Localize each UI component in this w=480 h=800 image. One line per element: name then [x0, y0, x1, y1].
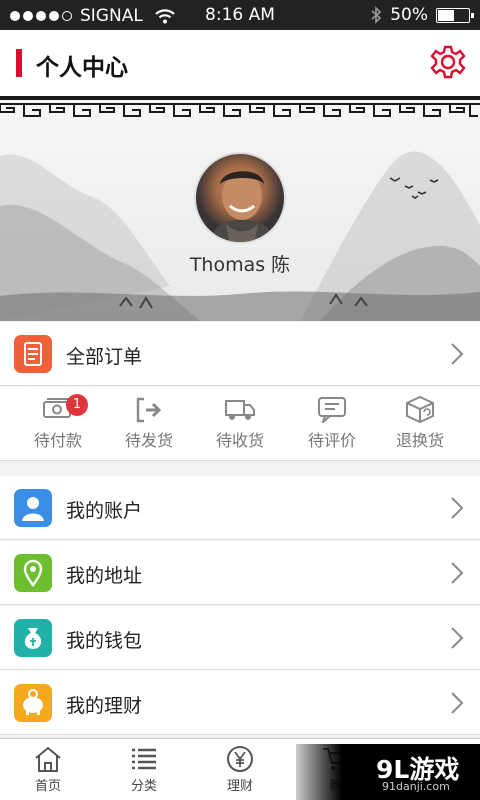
battery-percent: 50%: [390, 5, 428, 25]
comment-icon: [318, 397, 346, 423]
all-orders-label: 全部订单: [66, 346, 143, 368]
pending-payment-badge: 1: [66, 394, 88, 416]
menu-item-finance[interactable]: 我的理财: [0, 671, 480, 735]
piggy-bank-icon: [14, 684, 52, 722]
chevron-right-icon: [451, 562, 464, 584]
order-status-label: 待收货: [215, 431, 264, 450]
watermark-site: 91danji.com: [382, 780, 450, 793]
bluetooth-icon: [371, 6, 382, 24]
tab-label: 首页: [34, 779, 61, 794]
app-header: 个人中心: [0, 30, 480, 96]
order-pending-shipment[interactable]: 待发货: [101, 395, 197, 455]
user-icon: [14, 489, 52, 527]
profile-banner: Thomas 陈: [0, 96, 480, 321]
order-status-label: 退换货: [395, 431, 444, 450]
tab-label: 分类: [130, 779, 157, 794]
location-icon: [14, 554, 52, 592]
all-orders-row[interactable]: 全部订单: [0, 322, 480, 386]
menu-item-account[interactable]: 我的账户: [0, 476, 480, 540]
order-status-label: 待评价: [307, 431, 356, 450]
menu-item-address[interactable]: 我的地址: [0, 541, 480, 605]
chevron-right-icon: [451, 627, 464, 649]
menu-item-label: 我的地址: [66, 565, 143, 587]
tab-label: 理财: [226, 779, 253, 794]
page-title: 个人中心: [36, 55, 128, 81]
yen-icon: [227, 746, 253, 772]
chevron-right-icon: [451, 692, 464, 714]
truck-icon: [225, 400, 255, 420]
menu-item-wallet[interactable]: 我的钱包: [0, 606, 480, 670]
avatar[interactable]: [194, 152, 286, 244]
order-status-bar: 1 待付款 待发货 待收货 待评价 退换货: [0, 387, 480, 461]
title-accent-bar: [16, 49, 22, 77]
document-icon: [14, 335, 52, 373]
username: Thomas 陈: [189, 254, 291, 276]
order-pending-review[interactable]: 待评价: [284, 395, 380, 455]
order-returns[interactable]: 退换货: [372, 395, 468, 455]
chevron-right-icon: [451, 497, 464, 519]
site-watermark: 9L游戏 91danji.com: [296, 744, 480, 800]
menu-item-label: 我的账户: [66, 500, 143, 522]
order-status-label: 待发货: [124, 431, 173, 450]
return-box-icon: [406, 395, 434, 423]
battery-icon: [436, 7, 474, 23]
home-icon: [35, 746, 61, 772]
gear-icon[interactable]: [430, 44, 466, 80]
order-pending-payment[interactable]: 1 待付款: [10, 394, 106, 455]
status-bar: SIGNAL 8:16 AM 50%: [0, 0, 480, 30]
chevron-right-icon: [451, 343, 464, 365]
tab-home[interactable]: 首页: [0, 745, 96, 794]
menu-item-label: 我的理财: [66, 695, 143, 717]
order-pending-receipt[interactable]: 待收货: [192, 395, 288, 455]
list-icon: [132, 748, 156, 770]
tab-finance[interactable]: 理财: [192, 745, 288, 794]
wallet-icon: [14, 619, 52, 657]
tab-categories[interactable]: 分类: [96, 745, 192, 794]
order-status-label: 待付款: [33, 431, 82, 450]
menu-item-label: 我的钱包: [66, 630, 143, 652]
ship-out-icon: [136, 397, 162, 423]
